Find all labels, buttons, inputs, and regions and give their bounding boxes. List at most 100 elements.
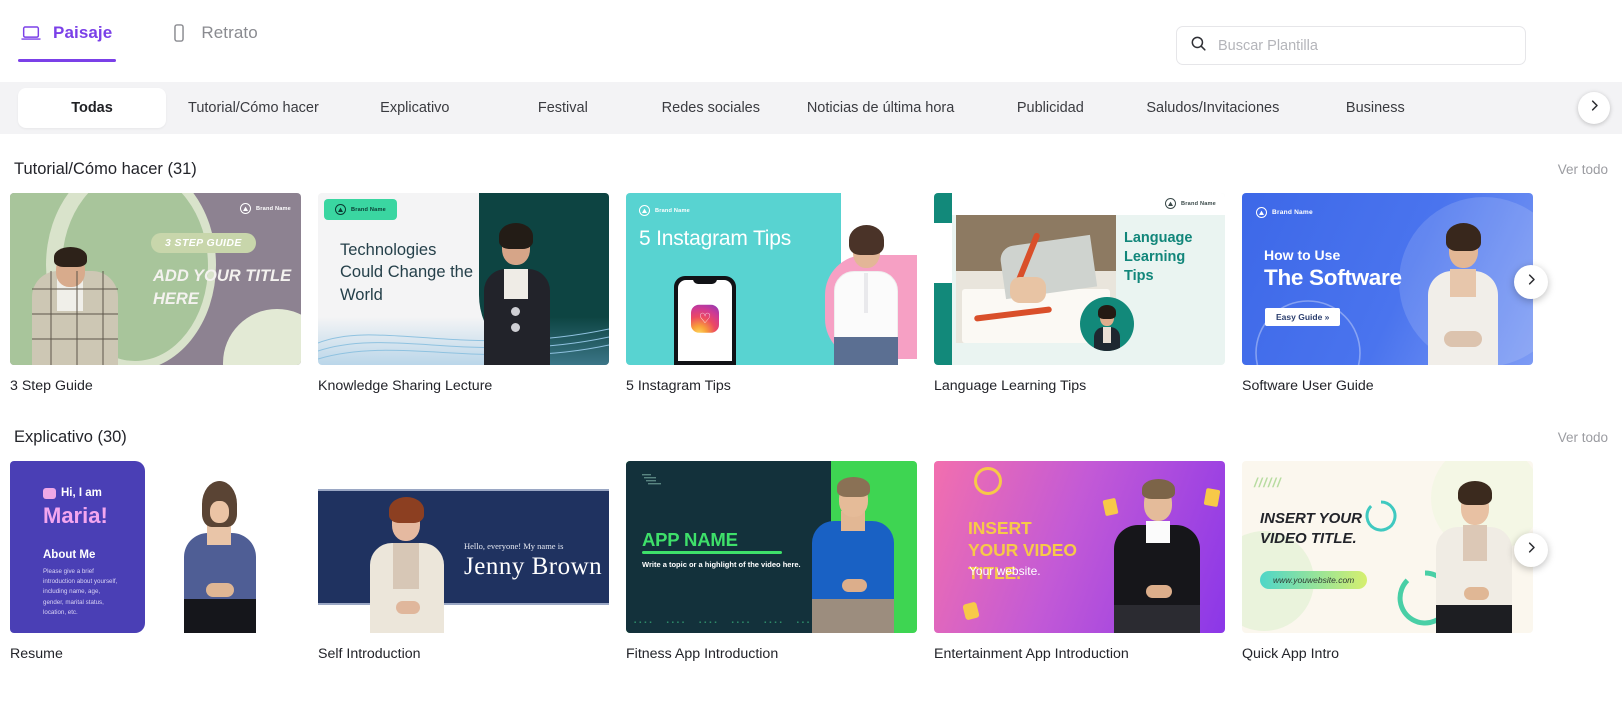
template-thumbnail[interactable]: Brand Name How to Use The Software Easy …	[1242, 193, 1533, 365]
thumbnail-title: The Software	[1264, 265, 1402, 290]
template-card-label: Self Introduction	[318, 646, 421, 662]
phone-icon	[168, 22, 190, 44]
template-card-knowledge-sharing-lecture[interactable]: Brand Name Technologies Could Change the…	[318, 193, 609, 394]
thumbnail-subtitle: Your website.	[969, 564, 1041, 578]
template-card-fitness-app-introduction[interactable]: APP NAME Write a topic or a highlight of…	[626, 461, 917, 662]
thumbnail-kicker: Hello, everyone! My name is	[464, 541, 564, 551]
brand-logo-icon	[1165, 198, 1177, 209]
template-thumbnail[interactable]: Language Learning Tips Brand Name	[934, 193, 1225, 365]
top-bar: Paisaje Retrato	[0, 0, 1622, 82]
brand-chip: Brand Name	[639, 205, 690, 216]
template-card-3-step-guide[interactable]: Brand Name 3 STEP GUIDE ADD YOUR TITLE H…	[10, 193, 301, 394]
category-tab-redes-sociales[interactable]: Redes sociales	[637, 88, 785, 128]
category-tab-strip[interactable]: Todas Tutorial/Cómo hacer Explicativo Fe…	[0, 82, 1622, 134]
template-thumbnail[interactable]: Brand Name Technologies Could Change the…	[318, 193, 609, 365]
section-explicativo: Explicativo (30) Ver todo Hi, I am Maria…	[0, 428, 1622, 662]
brand-name-label: Brand Name	[655, 207, 690, 214]
search-icon	[1189, 34, 1208, 58]
thumbnail-subtitle: About Me	[43, 549, 96, 561]
thumbnail-kicker: Hi, I am	[61, 487, 102, 499]
template-card-language-learning-tips[interactable]: Language Learning Tips Brand Name Langua…	[934, 193, 1225, 394]
thumbnail-kicker: How to Use	[1264, 247, 1341, 263]
thumbnail-title: Language Learning Tips	[1124, 230, 1193, 285]
thumbnail-title: APP NAME	[642, 529, 738, 550]
template-card-self-introduction[interactable]: Hello, everyone! My name is Jenny Brown …	[318, 461, 609, 662]
thumbnail-subtitle: Write a topic or a highlight of the vide…	[642, 560, 801, 569]
template-thumbnail[interactable]: Hi, I am Maria! About Me Please give a b…	[10, 461, 301, 633]
category-tab-explicativo[interactable]: Explicativo	[341, 88, 489, 128]
category-tab-tutorial[interactable]: Tutorial/Cómo hacer	[166, 88, 341, 128]
brand-logo-icon	[1256, 207, 1267, 218]
template-card-software-user-guide[interactable]: Brand Name How to Use The Software Easy …	[1242, 193, 1533, 394]
thumbnail-cta-button: Easy Guide »	[1265, 308, 1341, 326]
mode-tab-retrato-label: Retrato	[201, 23, 258, 42]
template-thumbnail[interactable]: APP NAME Write a topic or a highlight of…	[626, 461, 917, 633]
category-next-button[interactable]	[1578, 92, 1610, 124]
carousel-next-button-explicativo[interactable]	[1514, 533, 1548, 567]
carousel-next-button-tutorial[interactable]	[1514, 265, 1548, 299]
template-row-tutorial[interactable]: Brand Name 3 STEP GUIDE ADD YOUR TITLE H…	[0, 193, 1622, 394]
template-card-label: Knowledge Sharing Lecture	[318, 378, 493, 394]
template-thumbnail[interactable]: ////// INSERT YOUR VIDEO TITLE. www.youw…	[1242, 461, 1533, 633]
mode-tab-retrato[interactable]: Retrato	[162, 18, 263, 44]
brand-logo-icon	[639, 205, 650, 216]
brand-name-label: Brand Name	[1181, 200, 1216, 207]
brand-chip-inner: Brand Name	[335, 204, 386, 215]
search-box[interactable]	[1176, 26, 1526, 65]
brand-logo-icon	[240, 203, 252, 214]
template-card-label: Software User Guide	[1242, 378, 1374, 394]
category-tab-business[interactable]: Business	[1301, 88, 1449, 128]
mode-tab-paisaje[interactable]: Paisaje	[14, 18, 118, 62]
section-title: Explicativo (30)	[14, 428, 127, 446]
chat-bubble-icon	[43, 487, 56, 499]
category-tab-saludos[interactable]: Saludos/Invitaciones	[1124, 88, 1301, 128]
template-card-label: Language Learning Tips	[934, 378, 1087, 394]
search-input[interactable]	[1218, 37, 1513, 54]
template-card-label: 5 Instagram Tips	[626, 378, 731, 394]
template-row-explicativo[interactable]: Hi, I am Maria! About Me Please give a b…	[0, 461, 1622, 662]
brand-logo-icon	[335, 204, 346, 215]
template-thumbnail[interactable]: INSERT YOUR VIDEO TITLE. Your website.	[934, 461, 1225, 633]
mode-tab-paisaje-label: Paisaje	[53, 23, 113, 42]
template-card-5-instagram-tips[interactable]: Brand Name 5 Instagram Tips ♡ 5 Instagra…	[626, 193, 917, 394]
template-thumbnail[interactable]: Brand Name 3 STEP GUIDE ADD YOUR TITLE H…	[10, 193, 301, 365]
brand-chip: Brand Name	[240, 203, 291, 214]
mode-tab-group: Paisaje Retrato	[0, 18, 308, 62]
category-tab-noticias[interactable]: Noticias de última hora	[785, 88, 977, 128]
thumbnail-body: Please give a brief introduction about y…	[43, 568, 118, 616]
section-header: Tutorial/Cómo hacer (31) Ver todo	[0, 160, 1622, 179]
category-tab-publicidad[interactable]: Publicidad	[976, 88, 1124, 128]
template-card-label: Fitness App Introduction	[626, 646, 779, 662]
see-all-link-tutorial[interactable]: Ver todo	[1558, 162, 1608, 177]
section-header: Explicativo (30) Ver todo	[0, 428, 1622, 447]
thumbnail-title: Jenny Brown	[464, 553, 603, 580]
template-card-label: 3 Step Guide	[10, 378, 93, 394]
brand-chip: Brand Name	[1165, 198, 1216, 209]
template-card-resume[interactable]: Hi, I am Maria! About Me Please give a b…	[10, 461, 301, 662]
thumbnail-title: Maria!	[43, 503, 108, 528]
template-card-quick-app-intro[interactable]: ////// INSERT YOUR VIDEO TITLE. www.youw…	[1242, 461, 1533, 662]
thumbnail-title: Technologies Could Change the World	[340, 241, 474, 304]
template-card-entertainment-app-introduction[interactable]: INSERT YOUR VIDEO TITLE. Your website. E…	[934, 461, 1225, 662]
see-all-link-explicativo[interactable]: Ver todo	[1558, 430, 1608, 445]
thumbnail-title: 5 Instagram Tips	[639, 227, 792, 250]
chevron-right-icon	[1524, 540, 1539, 560]
thumbnail-badge: www.youwebsite.com	[1260, 571, 1368, 589]
thumbnail-title: ADD YOUR TITLE HERE	[153, 267, 292, 308]
chevron-right-icon	[1587, 98, 1602, 118]
slashes-decoration-icon: //////	[1254, 475, 1282, 490]
mode-tab-active-underline	[18, 59, 117, 62]
section-title: Tutorial/Cómo hacer (31)	[14, 160, 197, 178]
badge-text: 3 STEP GUIDE	[151, 233, 256, 253]
template-card-label: Resume	[10, 646, 63, 662]
brand-name-label: Brand Name	[351, 206, 386, 213]
brand-name-label: Brand Name	[256, 205, 291, 212]
laptop-icon	[20, 22, 42, 44]
category-tab-todas[interactable]: Todas	[18, 88, 166, 128]
brand-chip: Brand Name	[324, 199, 397, 220]
chevron-right-icon	[1524, 272, 1539, 292]
template-card-label: Quick App Intro	[1242, 646, 1339, 662]
category-tab-festival[interactable]: Festival	[489, 88, 637, 128]
template-thumbnail[interactable]: Brand Name 5 Instagram Tips ♡	[626, 193, 917, 365]
template-thumbnail[interactable]: Hello, everyone! My name is Jenny Brown	[318, 461, 609, 633]
